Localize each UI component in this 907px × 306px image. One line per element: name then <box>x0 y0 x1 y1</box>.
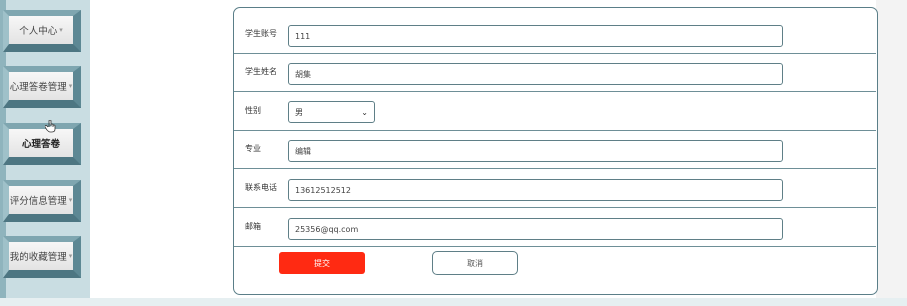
sidebar-item-label: 心理答卷 <box>21 139 60 150</box>
chevron-down-icon: ▾ <box>68 252 73 260</box>
chevron-down-icon: ▾ <box>68 196 73 204</box>
sidebar-item-label: 心理答卷管理 <box>9 82 67 93</box>
form-card: 学生账号 学生姓名 性别 男 ⌄ 专业 联系电话 邮箱 提交 取消 <box>233 7 878 295</box>
field-label: 学生账号 <box>245 29 277 38</box>
chevron-down-icon: ▾ <box>68 82 73 90</box>
major-input[interactable] <box>288 140 783 162</box>
email-input[interactable] <box>288 218 783 240</box>
sidebar-item-favorites-management[interactable]: 我的收藏管理 ▾ <box>3 236 81 278</box>
field-label: 专业 <box>245 144 261 153</box>
sidebar-item-label: 我的收藏管理 <box>9 252 67 263</box>
field-label: 性别 <box>245 106 261 115</box>
field-label: 联系电话 <box>245 183 277 192</box>
sidebar-item-label: 个人中心 <box>19 26 58 37</box>
form-row-student-name: 学生姓名 <box>234 54 876 92</box>
form-row-email: 邮箱 <box>234 209 876 247</box>
gender-select-value: 男 <box>295 107 303 117</box>
form-row-student-account: 学生账号 <box>234 16 876 54</box>
sidebar-item-psych-answer[interactable]: 心理答卷 <box>3 123 81 165</box>
sidebar-item-label: 评分信息管理 <box>9 196 67 207</box>
page-right-edge <box>876 0 907 306</box>
field-label: 邮箱 <box>245 222 261 231</box>
sidebar: 个人中心 ▾ 心理答卷管理 ▾ 心理答卷 评分信息管理 ▾ 我的收藏管理 ▾ <box>0 0 90 306</box>
sidebar-item-answer-management[interactable]: 心理答卷管理 ▾ <box>3 66 81 108</box>
chevron-down-icon: ⌄ <box>361 107 368 117</box>
phone-input[interactable] <box>288 179 783 201</box>
student-account-input[interactable] <box>288 25 783 47</box>
field-label: 学生姓名 <box>245 67 277 76</box>
page-bottom-band <box>0 298 907 306</box>
form-row-major: 专业 <box>234 131 876 169</box>
cancel-button[interactable]: 取消 <box>432 251 518 275</box>
sidebar-item-personal-center[interactable]: 个人中心 ▾ <box>3 10 81 52</box>
form-row-gender: 性别 男 ⌄ <box>234 93 876 131</box>
chevron-down-icon: ▾ <box>59 26 63 34</box>
form-row-phone: 联系电话 <box>234 170 876 208</box>
submit-button[interactable]: 提交 <box>279 252 365 274</box>
gender-select[interactable]: 男 ⌄ <box>288 101 375 123</box>
hand-pointer-icon <box>44 119 56 136</box>
sidebar-item-score-management[interactable]: 评分信息管理 ▾ <box>3 180 81 222</box>
student-name-input[interactable] <box>288 63 783 85</box>
